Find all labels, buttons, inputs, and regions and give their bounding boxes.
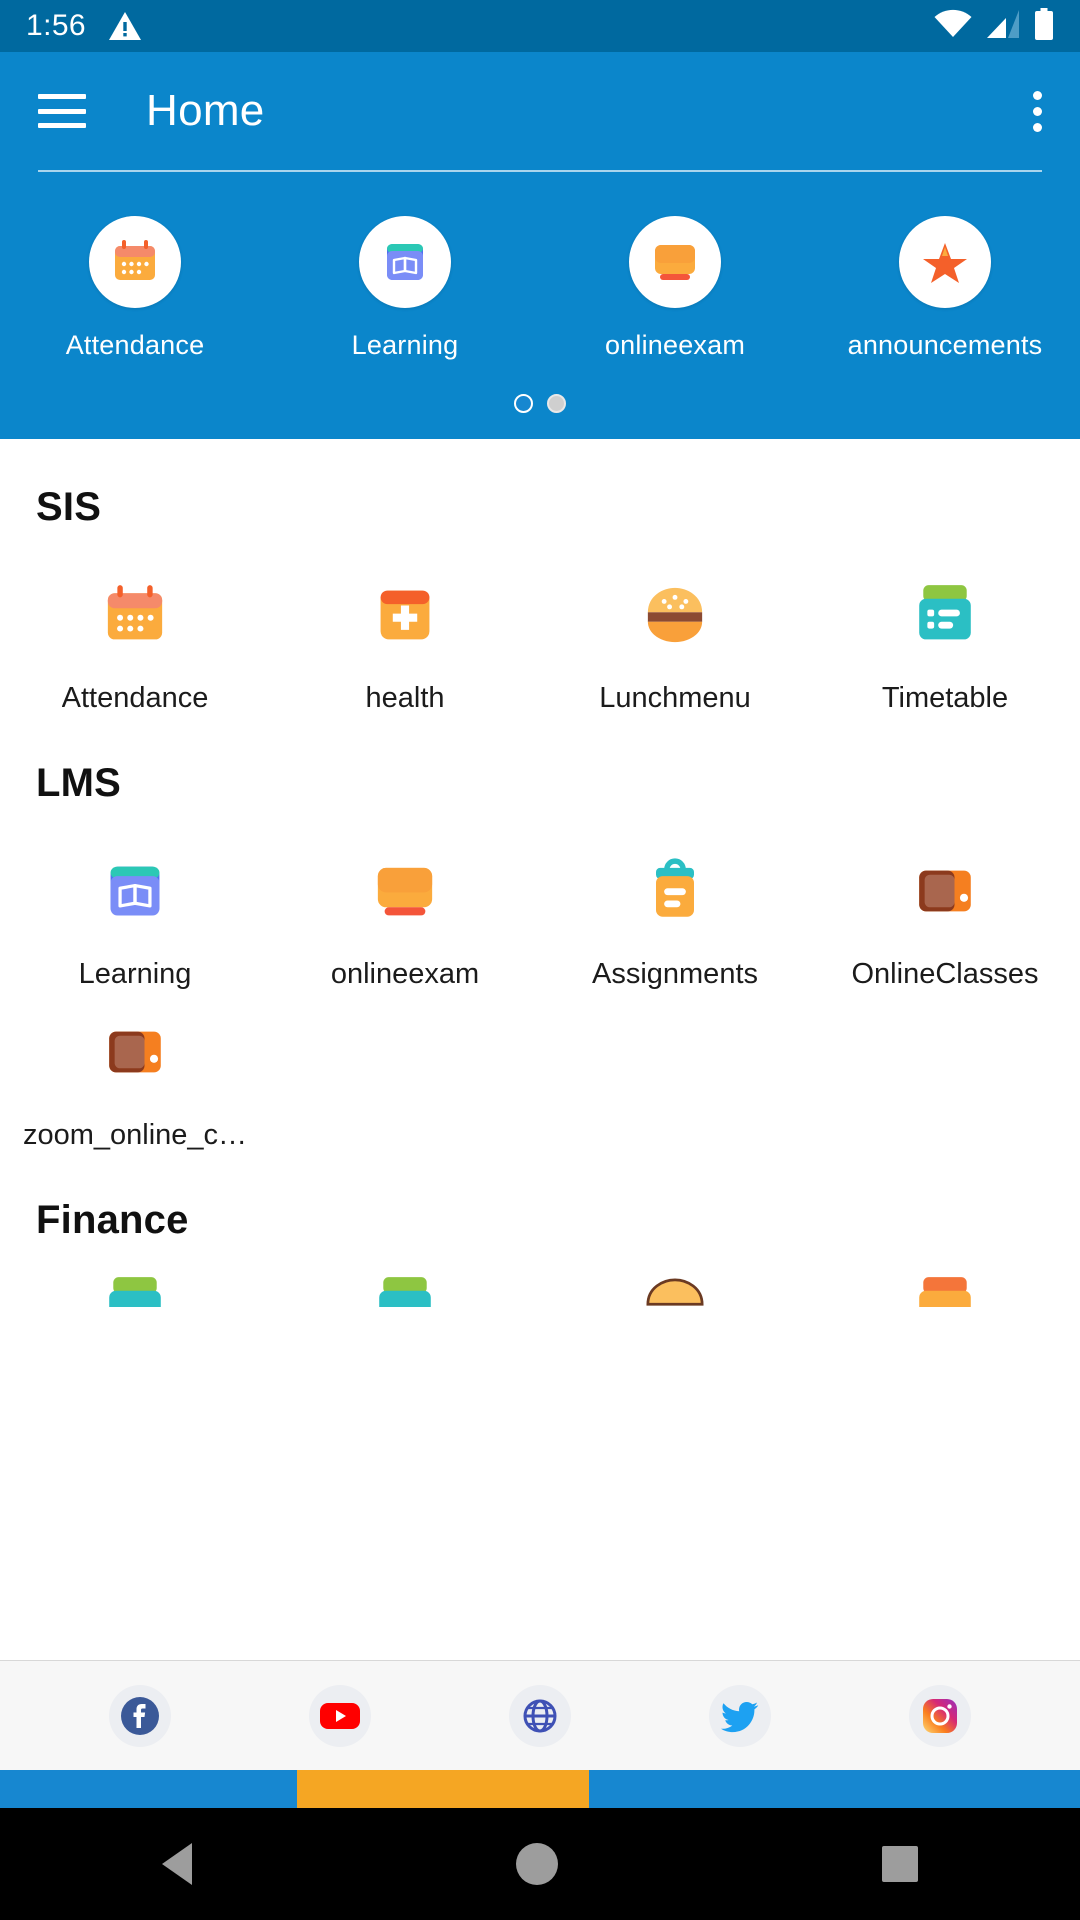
wifi-icon bbox=[934, 9, 972, 44]
tile-finance-4[interactable] bbox=[810, 1269, 1080, 1307]
tile-lunchmenu[interactable]: Lunchmenu bbox=[540, 554, 810, 715]
hamburger-menu-icon[interactable] bbox=[38, 94, 86, 128]
app-bar-top: Home bbox=[0, 52, 1080, 170]
carousel-item-label: announcements bbox=[847, 330, 1043, 360]
tile-timetable[interactable]: Timetable bbox=[810, 554, 1080, 715]
star-icon bbox=[899, 216, 991, 308]
main-content: SIS Attendance health Lunchmenu Timetabl… bbox=[0, 439, 1080, 1307]
pagination-dot-1[interactable] bbox=[514, 394, 533, 413]
twitter-icon[interactable] bbox=[709, 1684, 771, 1747]
carousel-item-onlineexam[interactable]: onlineexam bbox=[540, 216, 810, 361]
tile-onlineexam[interactable]: onlineexam bbox=[270, 830, 540, 991]
monitor-icon bbox=[366, 852, 444, 930]
pagination-dot-2[interactable] bbox=[547, 394, 566, 413]
status-bar: 1:56 bbox=[0, 0, 1080, 52]
carousel-item-announcements[interactable]: announcements bbox=[810, 216, 1080, 361]
book-icon bbox=[96, 852, 174, 930]
carousel-item-label: onlineexam bbox=[604, 330, 746, 360]
home-circle-icon[interactable] bbox=[516, 1843, 558, 1885]
tile-finance-2[interactable] bbox=[270, 1269, 540, 1307]
social-bar bbox=[0, 1660, 1080, 1770]
tile-label: onlineexam bbox=[330, 958, 480, 990]
tile-finance-3[interactable] bbox=[540, 1269, 810, 1307]
medical-cross-icon bbox=[366, 576, 444, 654]
book-icon bbox=[359, 216, 451, 308]
android-nav-bar bbox=[0, 1808, 1080, 1920]
page-title: Home bbox=[146, 86, 265, 135]
orange-card-icon bbox=[919, 1277, 971, 1307]
tile-finance-1[interactable] bbox=[0, 1269, 270, 1307]
carousel-row: Attendance Learning onlineexam announcem… bbox=[0, 216, 1080, 361]
tile-label: Lunchmenu bbox=[599, 682, 751, 714]
burger-icon bbox=[646, 1278, 704, 1306]
carousel-item-attendance[interactable]: Attendance bbox=[0, 216, 270, 361]
clipboard-icon bbox=[636, 852, 714, 930]
facebook-icon[interactable] bbox=[109, 1684, 171, 1747]
tile-onlineclasses[interactable]: OnlineClasses bbox=[810, 830, 1080, 991]
section-title-lms: LMS bbox=[36, 761, 122, 805]
carousel-pagination[interactable] bbox=[0, 361, 1080, 439]
youtube-icon[interactable] bbox=[309, 1684, 371, 1747]
timetable-card-icon bbox=[906, 576, 984, 654]
color-strip-left bbox=[0, 1770, 297, 1808]
section-grid-finance bbox=[0, 1243, 1080, 1307]
tile-assignments[interactable]: Assignments bbox=[540, 830, 810, 991]
tile-zoom-online-classes[interactable]: zoom_online_c… bbox=[0, 991, 270, 1152]
more-vertical-icon[interactable] bbox=[1033, 90, 1042, 132]
feature-carousel[interactable]: Attendance Learning onlineexam announcem… bbox=[0, 172, 1080, 439]
carousel-item-label: Learning bbox=[351, 330, 459, 360]
back-triangle-icon[interactable] bbox=[162, 1843, 192, 1885]
carousel-item-label: Attendance bbox=[65, 330, 205, 360]
tile-learning[interactable]: Learning bbox=[0, 830, 270, 991]
tile-label: zoom_online_c… bbox=[22, 1119, 248, 1151]
signal-icon bbox=[986, 9, 1020, 44]
briefcase-icon bbox=[96, 1013, 174, 1091]
carousel-item-learning[interactable]: Learning bbox=[270, 216, 540, 361]
tile-attendance[interactable]: Attendance bbox=[0, 554, 270, 715]
burger-icon bbox=[636, 576, 714, 654]
battery-icon bbox=[1034, 7, 1054, 45]
monitor-icon bbox=[629, 216, 721, 308]
green-card-icon bbox=[109, 1277, 161, 1307]
status-time: 1:56 bbox=[26, 9, 86, 42]
briefcase-icon bbox=[906, 852, 984, 930]
section-grid-sis: Attendance health Lunchmenu Timetable bbox=[0, 530, 1080, 715]
instagram-icon[interactable] bbox=[909, 1684, 971, 1747]
color-strip bbox=[0, 1770, 1080, 1808]
tile-label: health bbox=[365, 682, 445, 714]
calendar-icon bbox=[96, 576, 174, 654]
tile-health[interactable]: health bbox=[270, 554, 540, 715]
section-title-finance: Finance bbox=[36, 1198, 189, 1242]
calendar-icon bbox=[89, 216, 181, 308]
tile-label: Assignments bbox=[591, 958, 758, 990]
color-strip-right bbox=[588, 1770, 1080, 1808]
tile-label: Learning bbox=[78, 958, 192, 990]
color-strip-middle bbox=[297, 1770, 589, 1808]
green-card-icon bbox=[379, 1277, 431, 1307]
recents-square-icon[interactable] bbox=[882, 1846, 918, 1882]
app-bar: Home Attendance Learning onlineexam anno… bbox=[0, 52, 1080, 439]
warning-triangle-icon bbox=[108, 11, 142, 41]
tile-label: Timetable bbox=[881, 682, 1009, 714]
section-grid-lms: Learning onlineexam Assignments OnlineCl… bbox=[0, 806, 1080, 1152]
tile-label: Attendance bbox=[61, 682, 209, 714]
tile-label: OnlineClasses bbox=[851, 958, 1039, 990]
status-icons bbox=[934, 7, 1054, 45]
website-icon[interactable] bbox=[509, 1684, 571, 1747]
section-title-sis: SIS bbox=[36, 485, 102, 529]
